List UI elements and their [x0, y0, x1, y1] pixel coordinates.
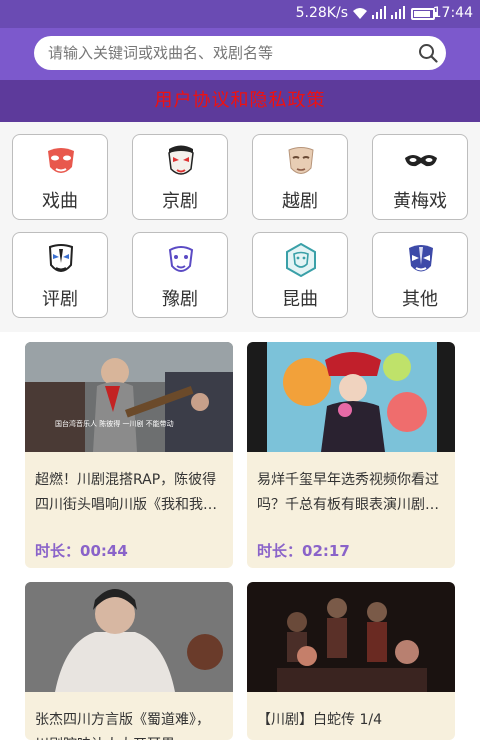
- category-label: 黄梅戏: [393, 191, 447, 212]
- duration-label: 时长：: [257, 542, 303, 560]
- video-title: 【川剧】白蛇传 1/4: [257, 712, 382, 728]
- signal-icon: [372, 6, 386, 19]
- network-speed: 5.28K/s: [295, 5, 348, 21]
- category-yuju[interactable]: 豫剧: [132, 232, 228, 318]
- category-yueju[interactable]: 越剧: [252, 134, 348, 220]
- video-card[interactable]: 【川剧】白蛇传 1/4: [247, 582, 455, 740]
- video-duration: 时长：00:44: [25, 540, 233, 561]
- purple-outline-mask-icon: [168, 246, 194, 272]
- category-grid: 戏曲 京剧 越剧 黄梅戏 评剧 豫剧 昆曲 其他: [0, 122, 480, 332]
- video-thumbnail[interactable]: [247, 582, 455, 692]
- video-card[interactable]: 国台湾音乐人 陈彼得 一川剧 不能带动 超燃！川剧混搭RAP，陈彼得四川街头唱响…: [25, 342, 233, 568]
- banner-text[interactable]: 用户协议和隐私政策: [155, 90, 326, 111]
- video-title: 易烊千玺早年选秀视频你看过吗？千总有板有眼表演川剧…: [257, 472, 439, 513]
- category-label: 其他: [402, 289, 438, 310]
- teal-hex-mask-icon: [286, 243, 316, 277]
- video-card[interactable]: 易烊千玺早年选秀视频你看过吗？千总有板有眼表演川剧… 时长：02:17: [247, 342, 455, 568]
- search-box[interactable]: [34, 36, 446, 70]
- video-thumbnail[interactable]: 国台湾音乐人 陈彼得 一川剧 不能带动: [25, 342, 233, 452]
- signal-icon: [391, 6, 405, 19]
- category-label: 昆曲: [282, 289, 318, 310]
- duration-value: 00:44: [80, 542, 128, 560]
- battery-icon: [411, 8, 438, 20]
- search-input[interactable]: [48, 36, 408, 70]
- category-label: 戏曲: [42, 191, 78, 212]
- video-feed: 国台湾音乐人 陈彼得 一川剧 不能带动 超燃！川剧混搭RAP，陈彼得四川街头唱响…: [0, 332, 480, 740]
- blue-painted-mask-icon: [409, 245, 433, 272]
- category-label: 豫剧: [162, 289, 198, 310]
- duration-value: 02:17: [302, 542, 350, 560]
- video-thumbnail[interactable]: [25, 582, 233, 692]
- category-qita[interactable]: 其他: [372, 232, 468, 318]
- category-label: 越剧: [282, 191, 318, 212]
- video-card[interactable]: 张杰四川方言版《蜀道难》，川剧腔味让人大开耳界…: [25, 582, 233, 740]
- category-huangmeixi[interactable]: 黄梅戏: [372, 134, 468, 220]
- category-label: 评剧: [42, 289, 78, 310]
- category-jingju[interactable]: 京剧: [132, 134, 228, 220]
- clock: 17:44: [432, 5, 473, 21]
- video-title: 张杰四川方言版《蜀道难》，川剧腔味让人大开耳界…: [35, 712, 210, 740]
- beige-mask-icon: [288, 147, 314, 174]
- search-header: [0, 28, 480, 80]
- video-title: 超燃！川剧混搭RAP，陈彼得四川街头唱响川版《我和我…: [35, 472, 217, 513]
- duration-label: 时长：: [35, 542, 81, 560]
- privacy-policy-banner[interactable]: 用户协议和隐私政策: [0, 80, 480, 122]
- red-opera-mask-icon: [48, 148, 74, 173]
- peking-opera-face-icon: [168, 145, 194, 175]
- category-label: 京剧: [162, 191, 198, 212]
- search-icon[interactable]: [418, 43, 438, 63]
- eye-mask-icon: [405, 155, 437, 167]
- video-duration: 时长：02:17: [247, 540, 455, 561]
- thumbnail-overlay-text: 国台湾音乐人 陈彼得 一川剧 不能带动: [55, 419, 174, 428]
- blue-white-mask-icon: [48, 244, 74, 272]
- category-pingju[interactable]: 评剧: [12, 232, 108, 318]
- wifi-icon: [353, 8, 367, 19]
- video-thumbnail[interactable]: [247, 342, 455, 452]
- category-xiqu[interactable]: 戏曲: [12, 134, 108, 220]
- status-bar: 5.28K/s 17:44: [0, 0, 480, 28]
- category-kunqu[interactable]: 昆曲: [252, 232, 348, 318]
